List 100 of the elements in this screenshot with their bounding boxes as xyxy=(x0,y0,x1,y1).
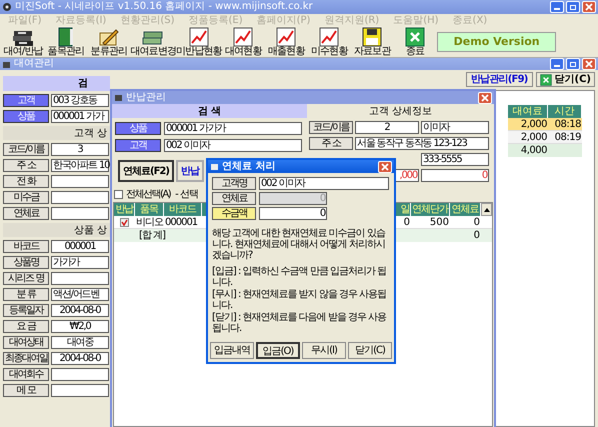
line-chart-icon xyxy=(233,27,254,47)
scroll-up-icon[interactable] xyxy=(481,203,492,216)
section-header: 검 xyxy=(3,76,110,91)
checkbox[interactable] xyxy=(120,218,129,226)
window-icon xyxy=(2,60,11,68)
section-header: 상품 상 xyxy=(3,223,110,237)
column-header: 바코드 xyxy=(164,203,202,216)
late-fee-button[interactable]: 연체료(F2) xyxy=(118,160,174,182)
input-field[interactable]: 2004-08-0 xyxy=(51,352,109,365)
field-label: 분 류 xyxy=(3,288,49,301)
input-field[interactable]: 이미자 xyxy=(421,121,489,134)
toolbar-button[interactable]: 미수현황 xyxy=(308,27,350,57)
close-icon[interactable] xyxy=(582,1,596,13)
input-field[interactable]: 000001 가가 xyxy=(51,110,109,123)
window-title: 미진Soft - 시네라이프 v1.50.16 홈페이지 - www.mijinsoft.co.kr xyxy=(15,2,313,12)
field-label: 대여상태 xyxy=(3,336,49,349)
input-field[interactable]: 333-5555 xyxy=(421,153,489,166)
window-icon xyxy=(114,93,123,102)
close-icon[interactable] xyxy=(582,58,596,70)
close-icon xyxy=(540,74,552,86)
input-field[interactable]: 000001 가가가 xyxy=(164,122,302,135)
tape-stack-icon xyxy=(12,29,34,47)
section-header: 고객 상세정보 xyxy=(368,104,434,118)
table-row[interactable]: 2,000 08:19 xyxy=(508,131,582,144)
input-field[interactable] xyxy=(51,175,109,188)
toolbar-button[interactable]: 매출현황 xyxy=(265,27,308,57)
input-field[interactable]: 003 강호동 xyxy=(51,94,109,107)
input-field[interactable] xyxy=(51,191,109,204)
toolbar-button[interactable]: 분류관리 xyxy=(88,27,130,57)
input-field[interactable]: 2 xyxy=(355,121,419,134)
input-field[interactable]: 002 이미자 xyxy=(259,177,389,190)
field-label: 고객 xyxy=(3,94,49,107)
field-label: 연체료 xyxy=(3,207,49,220)
maximize-icon[interactable] xyxy=(566,1,580,13)
close-button[interactable]: 닫기(C) xyxy=(536,72,595,87)
section-header: 고객 상 xyxy=(3,126,110,140)
table-cell-text: 0 xyxy=(402,216,411,228)
book-icon xyxy=(57,27,75,47)
dialog-button[interactable]: 무시(I) xyxy=(302,342,346,359)
field-label: 시리즈 명 xyxy=(3,272,49,285)
maximize-icon[interactable] xyxy=(566,58,580,70)
selection-note: - 선택 xyxy=(175,188,198,202)
demo-version-badge: Demo Version xyxy=(437,32,556,52)
line-chart-icon xyxy=(188,27,209,47)
field-label: 최종대여일 xyxy=(3,352,49,365)
field-label: 코드/이름 xyxy=(3,143,49,156)
table-cell-text: 000001 xyxy=(164,216,198,228)
input-field[interactable]: 0 xyxy=(259,207,327,220)
toolbar-button[interactable]: 품목관리 xyxy=(45,27,87,57)
dialog-button[interactable]: 닫기(C) xyxy=(348,342,392,359)
input-field[interactable]: 대여중 xyxy=(51,336,109,349)
line-chart-icon xyxy=(276,27,296,47)
close-icon[interactable] xyxy=(478,92,492,104)
input-field[interactable] xyxy=(51,272,109,285)
checkbox[interactable] xyxy=(114,190,123,198)
field-label: 고객명 xyxy=(212,177,256,190)
input-field[interactable]: 가가가 xyxy=(51,256,109,269)
column-header: 일 xyxy=(400,203,411,216)
toolbar-button[interactable]: 자료보관 xyxy=(351,27,394,57)
return-management-button[interactable]: 반납관리(F9) xyxy=(466,72,533,87)
toolbar-button[interactable]: 대여현황 xyxy=(222,27,264,57)
field-label: 요 금 xyxy=(3,320,49,333)
toolbar-button[interactable]: 대여/반납 xyxy=(2,27,44,57)
field-label: 고객 xyxy=(115,139,161,152)
input-field[interactable]: 3 xyxy=(51,143,109,156)
return-button[interactable]: 반납 xyxy=(176,160,204,182)
table-cell-text: 2,000 xyxy=(520,131,548,143)
input-field[interactable] xyxy=(51,368,109,381)
input-field[interactable]: 0 xyxy=(421,169,489,182)
input-field[interactable]: 액션/어드벤 xyxy=(51,288,109,301)
input-field[interactable]: 002 이미자 xyxy=(164,139,302,152)
window-icon xyxy=(210,162,219,171)
toolbar-button[interactable]: 미반납현황 xyxy=(176,27,222,57)
dialog-button[interactable]: 입금(O) xyxy=(256,342,300,359)
pencil-on-paper-icon xyxy=(98,27,120,47)
child-window-title: 대여관리 xyxy=(14,59,54,69)
input-field[interactable]: 000001 xyxy=(51,240,109,253)
table-row[interactable]: 2,000 08:18 xyxy=(508,118,582,131)
input-field[interactable]: ₩2,0 xyxy=(51,320,109,333)
field-label: 상품명 xyxy=(3,256,49,269)
close-icon xyxy=(405,27,426,47)
toolbar-button[interactable]: 종료 xyxy=(394,27,436,57)
input-field[interactable] xyxy=(51,207,109,220)
dialog-button[interactable]: 입금내역 xyxy=(210,342,254,359)
toolbar-button[interactable]: 대여료변경 xyxy=(131,27,176,57)
close-icon[interactable] xyxy=(378,160,392,172)
field-label: 메 모 xyxy=(3,384,49,397)
line-chart-icon xyxy=(319,27,340,47)
minimize-icon[interactable] xyxy=(550,1,564,13)
minimize-icon[interactable] xyxy=(550,58,564,70)
field-label: 대여회수 xyxy=(3,368,49,381)
field-label: 수금액 xyxy=(212,207,256,220)
table-cell-text: 08:18 xyxy=(554,118,582,130)
column-header: 연체단가 xyxy=(411,203,450,216)
table-cell-text: 2,000 xyxy=(520,118,548,130)
table-cell: 비디오 xyxy=(135,216,164,228)
field-label: 연체료 xyxy=(212,192,256,205)
input-field[interactable]: 2004-08-0 xyxy=(51,304,109,317)
input-field[interactable]: 서울 동작구 동작동 123-123 xyxy=(355,137,489,150)
input-field[interactable] xyxy=(51,384,109,397)
